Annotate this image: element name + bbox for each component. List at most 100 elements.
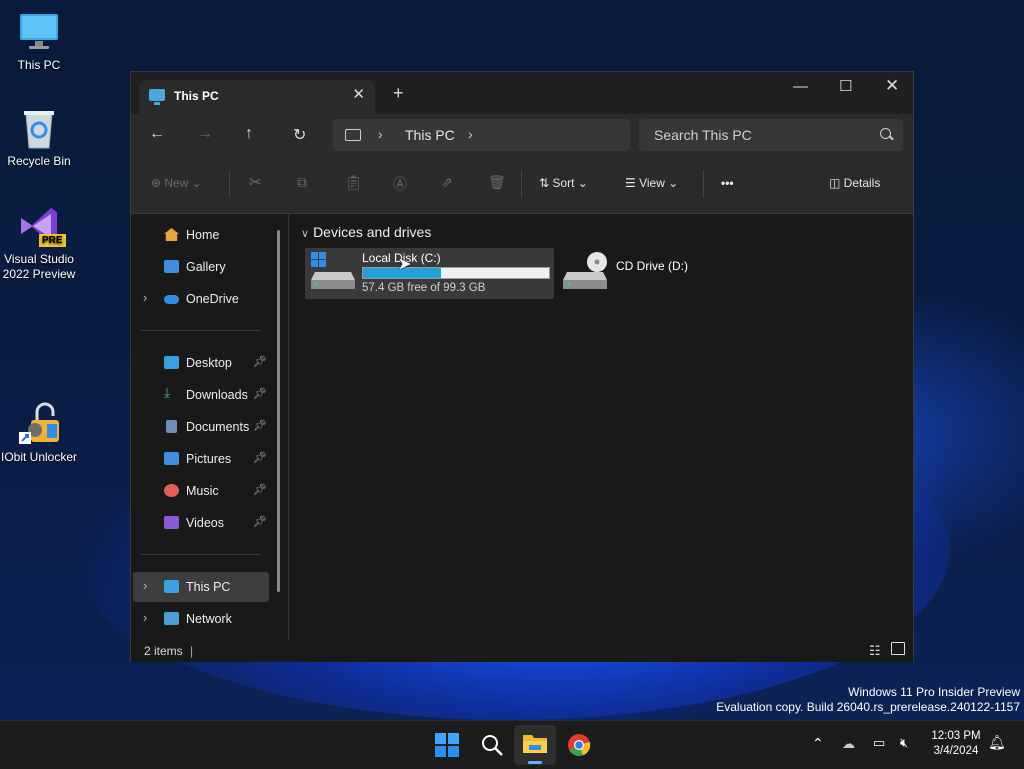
pane-splitter[interactable] xyxy=(288,214,289,640)
mouse-cursor-icon: ➤ xyxy=(398,256,412,273)
search-placeholder: Search This PC xyxy=(654,127,752,143)
cloud-offline-icon[interactable]: ☁︎ xyxy=(842,736,855,752)
pin-icon[interactable]: 📌︎ xyxy=(253,387,267,400)
sort-button[interactable]: ⇅ Sort ⌄ xyxy=(539,176,588,190)
tiles-view-icon[interactable] xyxy=(891,642,905,655)
sidebar-item-label: Desktop xyxy=(186,356,232,370)
details-view-icon[interactable]: ☷ xyxy=(869,643,881,659)
pin-icon[interactable]: 📌︎ xyxy=(253,515,267,528)
sidebar-item-downloads[interactable]: ⤓ Downloads 📌︎ xyxy=(133,380,269,410)
file-explorer-taskbar-button[interactable] xyxy=(514,725,556,765)
desktop-icon-this-pc[interactable]: This PC xyxy=(0,10,78,73)
desktop-icon-label: Recycle Bin xyxy=(7,154,71,168)
new-tab-button[interactable]: + xyxy=(393,84,404,102)
pin-icon[interactable]: 📌︎ xyxy=(253,419,267,432)
sidebar-item-label: Videos xyxy=(186,516,224,530)
file-explorer-window: This PC ✕ + — ☐ ✕ ← → ↑ ↻ › This PC › Se… xyxy=(130,71,914,662)
back-arrow-icon[interactable]: ← xyxy=(149,125,165,143)
pre-badge: PRE xyxy=(39,234,66,247)
clock-time: 12:03 PM xyxy=(931,730,981,742)
rename-icon[interactable]: Ⓐ xyxy=(393,174,407,194)
navigation-bar: ← → ↑ ↻ › This PC › Search This PC xyxy=(131,114,913,156)
clock[interactable]: 12:03 PM 3/4/2024 xyxy=(926,729,986,759)
chevron-right-icon[interactable]: › xyxy=(143,610,147,625)
share-icon[interactable]: ⇗ xyxy=(441,174,453,191)
new-button[interactable]: ⊕ New ⌄ xyxy=(151,176,202,190)
drive-cd-d[interactable]: CD Drive (D:) xyxy=(563,248,763,299)
view-button[interactable]: ☰ View ⌄ xyxy=(625,176,678,190)
watermark-line-2: Evaluation copy. Build 26040.rs_prerelea… xyxy=(716,700,1020,714)
sidebar-item-pictures[interactable]: Pictures 📌︎ xyxy=(133,444,269,474)
speaker-muted-icon[interactable]: 🔇︎ xyxy=(900,735,908,751)
search-icon xyxy=(880,128,891,139)
forward-arrow-icon[interactable]: → xyxy=(197,125,213,143)
drive-local-disk-c[interactable]: Local Disk (C:) 57.4 GB free of 99.3 GB … xyxy=(305,248,554,299)
sidebar-item-desktop[interactable]: Desktop 📌︎ xyxy=(133,348,269,378)
sidebar-item-videos[interactable]: Videos 📌︎ xyxy=(133,508,269,538)
pin-icon[interactable]: 📌︎ xyxy=(253,451,267,464)
navigation-pane: Home Gallery › OneDrive Desktop 📌︎ ⤓ Dow… xyxy=(131,214,289,640)
cut-icon[interactable]: ✂ xyxy=(249,173,262,191)
desktop-icon-label: IObit Unlocker xyxy=(0,450,78,464)
active-indicator xyxy=(528,761,542,764)
up-arrow-icon[interactable]: ↑ xyxy=(245,125,253,143)
folder-icon xyxy=(523,733,547,753)
network-icon xyxy=(164,612,179,625)
delete-icon[interactable]: 🗑︎ xyxy=(488,174,506,191)
sidebar-item-music[interactable]: Music 📌︎ xyxy=(133,476,269,506)
chevron-right-icon[interactable]: › xyxy=(143,290,147,305)
divider xyxy=(521,170,522,198)
sidebar-item-documents[interactable]: Documents 📌︎ xyxy=(133,412,269,442)
music-icon xyxy=(164,484,179,497)
tab-this-pc[interactable]: This PC ✕ xyxy=(139,80,375,114)
search-icon[interactable] xyxy=(480,733,504,757)
sidebar-item-gallery[interactable]: Gallery xyxy=(133,252,269,282)
sidebar-item-label: OneDrive xyxy=(186,292,239,306)
paste-icon[interactable]: 📋︎ xyxy=(345,174,363,191)
sidebar-scrollbar[interactable] xyxy=(277,230,280,592)
desktop-icon-label: Visual Studio 2022 Preview xyxy=(2,252,76,281)
divider xyxy=(141,330,261,331)
more-options-button[interactable]: ••• xyxy=(721,176,734,190)
refresh-icon[interactable]: ↻ xyxy=(293,125,306,145)
chevron-up-icon[interactable]: ⌃ xyxy=(812,735,824,752)
sidebar-item-home[interactable]: Home xyxy=(133,220,269,250)
chevron-right-icon[interactable]: › xyxy=(468,126,473,142)
pin-icon[interactable]: 📌︎ xyxy=(253,355,267,368)
chevron-right-icon[interactable]: › xyxy=(378,126,383,142)
desktop-icon-visual-studio[interactable]: PRE Visual Studio 2022 Preview xyxy=(0,204,78,282)
document-icon xyxy=(166,420,177,433)
details-button[interactable]: ◫ Details xyxy=(829,176,880,190)
desktop-icon-label: This PC xyxy=(17,58,61,72)
tab-close-icon[interactable]: ✕ xyxy=(352,85,365,103)
hard-drive-icon xyxy=(311,252,355,290)
copy-icon[interactable]: ⧉ xyxy=(297,174,307,191)
cloud-icon xyxy=(164,295,179,304)
sidebar-item-network[interactable]: › Network xyxy=(133,604,269,634)
item-count: 2 items | xyxy=(144,644,194,658)
sidebar-item-onedrive[interactable]: › OneDrive xyxy=(133,284,269,314)
desktop-icon-recycle-bin[interactable]: Recycle Bin xyxy=(0,106,78,169)
desktop-icon-iobit-unlocker[interactable]: IObit Unlocker xyxy=(0,402,78,465)
video-icon xyxy=(164,516,179,529)
start-windows-icon[interactable] xyxy=(435,733,459,757)
search-box[interactable]: Search This PC xyxy=(639,119,903,151)
item-count-text: 2 items xyxy=(144,644,183,658)
chevron-right-icon[interactable]: › xyxy=(143,578,147,593)
close-button[interactable]: ✕ xyxy=(885,76,899,96)
unlocker-icon xyxy=(17,402,61,446)
address-bar[interactable]: › This PC › xyxy=(333,119,630,151)
minimize-button[interactable]: — xyxy=(793,78,808,95)
chrome-icon[interactable] xyxy=(567,733,591,757)
chevron-down-icon[interactable]: ∨ xyxy=(301,228,309,240)
breadcrumb-this-pc[interactable]: This PC xyxy=(405,127,455,143)
picture-icon xyxy=(164,452,179,465)
sidebar-item-label: This PC xyxy=(186,580,231,594)
sidebar-item-this-pc[interactable]: › This PC xyxy=(133,572,269,602)
network-icon[interactable]: ▭ xyxy=(873,735,885,751)
maximize-button[interactable]: ☐ xyxy=(839,77,852,95)
pin-icon[interactable]: 📌︎ xyxy=(253,483,267,496)
group-header[interactable]: ∨ Devices and drives xyxy=(301,224,431,240)
sidebar-item-label: Gallery xyxy=(186,260,226,274)
notification-bell-icon[interactable]: 🔔︎ xyxy=(988,734,1006,751)
